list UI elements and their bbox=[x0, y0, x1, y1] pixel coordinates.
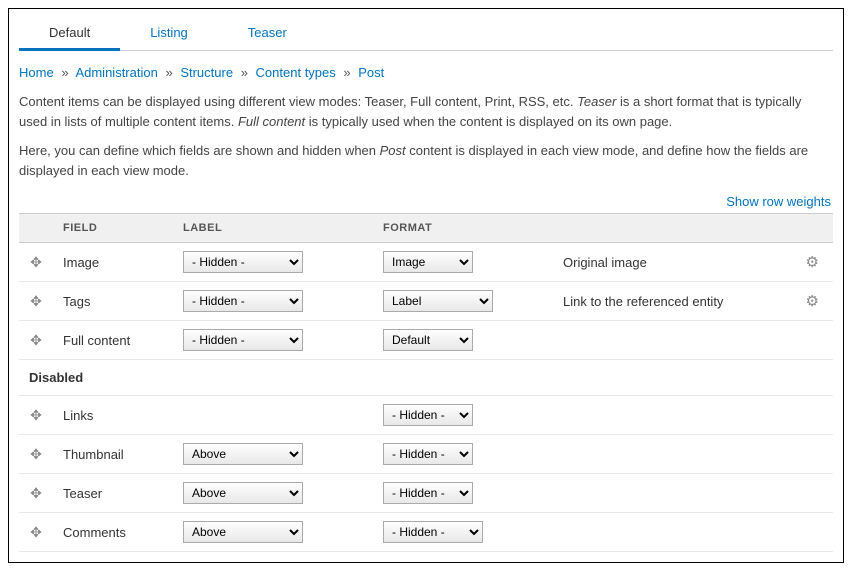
table-row: ✥ Thumbnail Above - Hidden - bbox=[19, 435, 833, 474]
table-row: ✥ Comments Above - Hidden - bbox=[19, 513, 833, 552]
description: Content items can be displayed using dif… bbox=[9, 88, 843, 190]
table-row: ✥ Tags - Hidden - Label Link to the refe… bbox=[19, 282, 833, 321]
tab-default[interactable]: Default bbox=[19, 17, 120, 51]
format-select[interactable]: - Hidden - bbox=[383, 443, 473, 465]
gear-icon[interactable]: ⚙ bbox=[806, 293, 819, 310]
view-mode-tabs: Default Listing Teaser bbox=[19, 17, 833, 51]
format-select[interactable]: Image bbox=[383, 251, 473, 273]
header-field: FIELD bbox=[53, 214, 173, 243]
breadcrumb-content-types[interactable]: Content types bbox=[256, 65, 336, 80]
drag-handle-icon[interactable]: ✥ bbox=[29, 446, 43, 463]
field-display-table: FIELD LABEL FORMAT ✥ Image - Hidden - Im… bbox=[19, 213, 833, 552]
format-select[interactable]: - Hidden - bbox=[383, 521, 483, 543]
breadcrumb-post[interactable]: Post bbox=[358, 65, 384, 80]
breadcrumb-admin[interactable]: Administration bbox=[75, 65, 157, 80]
field-name: Tags bbox=[53, 282, 173, 321]
gear-icon[interactable]: ⚙ bbox=[806, 254, 819, 271]
format-select[interactable]: - Hidden - bbox=[383, 482, 473, 504]
drag-handle-icon[interactable]: ✥ bbox=[29, 524, 43, 541]
label-select[interactable]: - Hidden - bbox=[183, 329, 303, 351]
field-name: Links bbox=[53, 396, 173, 435]
field-name: Thumbnail bbox=[53, 435, 173, 474]
breadcrumb-home[interactable]: Home bbox=[19, 65, 54, 80]
drag-handle-icon[interactable]: ✥ bbox=[29, 332, 43, 349]
field-name: Full content bbox=[53, 321, 173, 360]
field-name: Teaser bbox=[53, 474, 173, 513]
label-select[interactable]: Above bbox=[183, 521, 303, 543]
table-row: ✥ Full content - Hidden - Default bbox=[19, 321, 833, 360]
tab-teaser[interactable]: Teaser bbox=[218, 17, 317, 50]
drag-handle-icon[interactable]: ✥ bbox=[29, 407, 43, 424]
breadcrumb: Home » Administration » Structure » Cont… bbox=[9, 51, 843, 88]
label-select[interactable]: Above bbox=[183, 482, 303, 504]
drag-handle-icon[interactable]: ✥ bbox=[29, 293, 43, 310]
disabled-section-header: Disabled bbox=[19, 360, 833, 396]
field-name: Comments bbox=[53, 513, 173, 552]
header-format: FORMAT bbox=[373, 214, 553, 243]
tab-listing[interactable]: Listing bbox=[120, 17, 218, 50]
header-label: LABEL bbox=[173, 214, 373, 243]
drag-handle-icon[interactable]: ✥ bbox=[29, 485, 43, 502]
field-name: Image bbox=[53, 243, 173, 282]
breadcrumb-structure[interactable]: Structure bbox=[180, 65, 233, 80]
format-summary: Link to the referenced entity bbox=[553, 282, 796, 321]
format-summary: Original image bbox=[553, 243, 796, 282]
label-select[interactable]: - Hidden - bbox=[183, 251, 303, 273]
table-row: ✥ Links - Hidden - bbox=[19, 396, 833, 435]
show-row-weights-link[interactable]: Show row weights bbox=[726, 194, 831, 209]
label-select[interactable]: - Hidden - bbox=[183, 290, 303, 312]
format-select[interactable]: Label bbox=[383, 290, 493, 312]
label-select[interactable]: Above bbox=[183, 443, 303, 465]
format-select[interactable]: Default bbox=[383, 329, 473, 351]
drag-handle-icon[interactable]: ✥ bbox=[29, 254, 43, 271]
table-row: ✥ Image - Hidden - Image Original image … bbox=[19, 243, 833, 282]
format-select[interactable]: - Hidden - bbox=[383, 404, 473, 426]
table-row: ✥ Teaser Above - Hidden - bbox=[19, 474, 833, 513]
